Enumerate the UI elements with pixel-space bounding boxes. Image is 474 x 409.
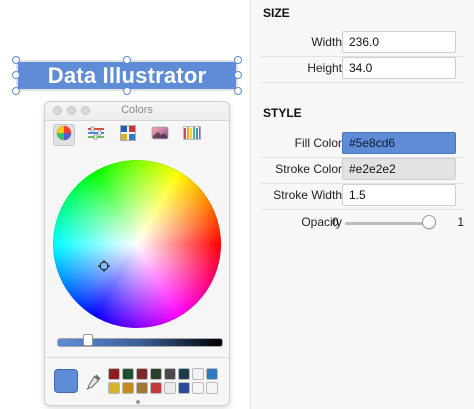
color-swatch[interactable] [206, 368, 218, 380]
color-swatch[interactable] [192, 368, 204, 380]
opacity-slider-track[interactable] [345, 222, 429, 225]
color-swatch[interactable] [150, 382, 162, 394]
color-wheel-crosshair-icon[interactable] [98, 260, 110, 272]
stroke-color-label: Stroke Color [275, 162, 342, 176]
row-divider [261, 209, 464, 210]
size-height-row: Height 34.0 [261, 57, 464, 83]
fill-color-row: Fill Color #5e8cd6 [261, 132, 464, 158]
brightness-slider[interactable] [57, 338, 223, 347]
fill-color-label: Fill Color [294, 136, 342, 150]
canvas-area[interactable]: Data Illustrator Colors [0, 0, 250, 409]
color-swatch[interactable] [164, 382, 176, 394]
selection-handle-bottom-center[interactable] [123, 87, 131, 95]
color-swatch[interactable] [136, 368, 148, 380]
eyedropper-icon[interactable] [85, 372, 103, 390]
color-wheel-icon [56, 125, 72, 146]
stroke-width-row: Stroke Width 1.5 [261, 184, 464, 210]
selection-handle-top-left[interactable] [12, 56, 20, 64]
fill-color-input[interactable]: #5e8cd6 [342, 132, 456, 154]
color-swatch[interactable] [192, 382, 204, 394]
colors-panel-title: Colors [121, 104, 153, 116]
pencils-icon [183, 125, 201, 146]
stroke-width-label: Stroke Width [273, 188, 342, 202]
width-label: Width [311, 35, 342, 49]
current-color-swatch[interactable] [54, 369, 78, 393]
colors-tabbar [45, 121, 229, 149]
color-swatch[interactable] [122, 368, 134, 380]
sliders-icon [87, 126, 105, 145]
tab-palettes[interactable] [117, 124, 139, 146]
swatch-grid[interactable] [108, 368, 220, 398]
color-swatch[interactable] [164, 368, 176, 380]
opacity-min-label: 0 [332, 215, 339, 229]
height-label: Height [307, 61, 342, 75]
size-width-row: Width 236.0 [261, 31, 464, 57]
color-swatch[interactable] [150, 368, 162, 380]
color-swatch[interactable] [108, 382, 120, 394]
tab-sliders[interactable] [85, 124, 107, 146]
color-swatch[interactable] [122, 382, 134, 394]
color-swatch[interactable] [178, 382, 190, 394]
selection-handle-bottom-left[interactable] [12, 87, 20, 95]
selection-handle-bottom-right[interactable] [234, 87, 242, 95]
style-section-title: STYLE [263, 106, 302, 120]
colors-panel-titlebar: Colors [45, 102, 229, 121]
colors-bottom-bar [45, 357, 229, 406]
palettes-icon [120, 124, 136, 146]
stroke-width-input[interactable]: 1.5 [342, 184, 456, 206]
width-input[interactable]: 236.0 [342, 31, 456, 53]
brightness-slider-thumb[interactable] [82, 334, 93, 346]
opacity-slider-thumb[interactable] [422, 215, 436, 229]
properties-panel: SIZE Width 236.0 Height 34.0 STYLE Fill … [250, 0, 474, 409]
opacity-max-label: 1 [457, 215, 464, 229]
color-swatch[interactable] [178, 368, 190, 380]
tab-color-wheel[interactable] [53, 124, 75, 146]
color-wheel[interactable] [53, 160, 221, 328]
color-wheel-gradient[interactable] [53, 160, 221, 328]
selection-handle-middle-left[interactable] [12, 71, 20, 79]
color-swatch[interactable] [108, 368, 120, 380]
color-swatch[interactable] [206, 382, 218, 394]
selection-handle-top-right[interactable] [234, 56, 242, 64]
resize-grip-icon[interactable] [136, 400, 140, 404]
color-swatch[interactable] [136, 382, 148, 394]
stroke-color-row: Stroke Color #e2e2e2 [261, 158, 464, 184]
image-palette-icon [151, 126, 169, 145]
tab-image-palettes[interactable] [149, 124, 171, 146]
stroke-color-input[interactable]: #e2e2e2 [342, 158, 456, 180]
size-section-title: SIZE [263, 6, 290, 20]
rectangle-label: Data Illustrator [47, 62, 207, 88]
row-divider [261, 82, 464, 83]
selection-handle-top-center[interactable] [123, 56, 131, 64]
height-input[interactable]: 34.0 [342, 57, 456, 79]
opacity-row: Opacity 0 1 [261, 212, 464, 234]
tab-pencils[interactable] [181, 124, 203, 146]
colors-panel: Colors [44, 101, 230, 406]
selection-handle-middle-right[interactable] [234, 71, 242, 79]
